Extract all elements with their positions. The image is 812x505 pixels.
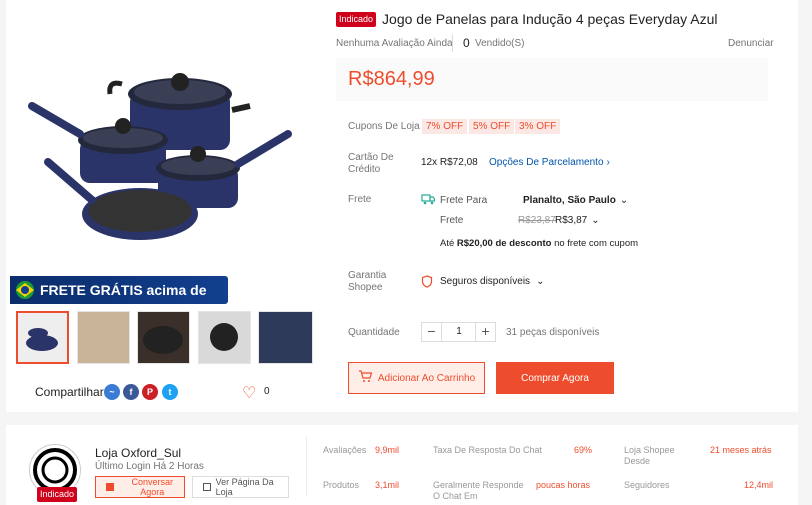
free-shipping-banner: FRETE GRÁTIS acima de R$19	[10, 276, 228, 326]
shipping-destination: Planalto, São Paulo	[523, 195, 616, 206]
shipping-price: R$3,87	[555, 215, 588, 226]
installments-value: 12x R$72,08	[421, 157, 478, 168]
shipping-price-select[interactable]: R$3,87 ⌄	[555, 215, 600, 226]
shipping-destination-select[interactable]: Planalto, São Paulo ⌄	[523, 195, 628, 206]
installments-link-label: Opções De Parcelamento	[489, 157, 604, 168]
shop-last-login: Último Login Há 2 Horas	[95, 461, 204, 472]
stat-label-followers: Seguidores	[624, 480, 670, 490]
cart-icon	[358, 370, 373, 386]
quantity-decrease-button[interactable]: −	[421, 322, 442, 342]
installments-link[interactable]: Opções De Parcelamento ›	[489, 157, 610, 168]
coupon-1[interactable]: 7% OFF	[422, 119, 468, 134]
warranty-label: Garantia Shopee	[348, 270, 387, 293]
quantity-input[interactable]: 1	[442, 322, 476, 342]
product-title-row: Indicado Jogo de Panelas para Indução 4 …	[336, 11, 717, 27]
favorites-count: 0	[264, 386, 270, 397]
divider	[306, 436, 307, 496]
pinterest-icon[interactable]: P	[142, 384, 158, 400]
shipping-to-label: Frete Para	[440, 195, 488, 206]
stat-label-since: Loja Shopee Desde	[624, 445, 675, 466]
discount-amount: R$20,00 de desconto	[456, 238, 552, 249]
stat-label-chat-rate: Taxa De Resposta Do Chat	[433, 445, 543, 455]
add-to-cart-label: Adicionar Ao Carrinho	[377, 372, 476, 384]
warranty-value: Seguros disponíveis	[440, 276, 531, 287]
thumbnail-2[interactable]	[77, 311, 130, 364]
coupon-3[interactable]: 3% OFF	[515, 119, 561, 134]
store-icon	[203, 483, 211, 491]
divider	[452, 34, 453, 52]
chat-now-button[interactable]: Conversar Agora	[95, 476, 185, 498]
stat-value-since: 21 meses atrás	[710, 445, 772, 455]
facebook-icon[interactable]: f	[123, 384, 139, 400]
rating-text[interactable]: Nenhuma Avaliação Ainda	[336, 38, 453, 49]
thumbnail-1[interactable]	[16, 311, 69, 364]
coupon-2[interactable]: 5% OFF	[469, 119, 515, 134]
stock-text: 31 peças disponíveis	[506, 327, 600, 338]
stat-value-response-time: poucas horas	[536, 480, 591, 490]
shield-icon	[421, 275, 433, 291]
view-shop-label: Ver Página Da Loja	[215, 477, 274, 497]
stat-value-followers: 12,4mil	[744, 480, 774, 490]
chevron-right-icon: ›	[606, 157, 610, 168]
heart-icon[interactable]: ♡	[242, 383, 256, 403]
discount-prefix: Até	[440, 238, 455, 249]
shop-name[interactable]: Loja Oxford_Sul	[95, 446, 181, 460]
stat-value-products: 3,1mil	[375, 480, 400, 490]
quantity-label: Quantidade	[348, 327, 400, 338]
sold-label: Vendido(S)	[475, 38, 525, 49]
thumbnail-5[interactable]	[258, 311, 313, 364]
product-title: Jogo de Panelas para Indução 4 peças Eve…	[382, 11, 718, 27]
sold-count: 0	[463, 36, 470, 50]
card-label: Cartão De Crédito	[348, 152, 394, 175]
shipping-old-price: R$23,87	[518, 215, 556, 226]
preferred-badge: Indicado	[336, 11, 377, 27]
report-link[interactable]: Denunciar	[728, 38, 774, 49]
coupons-label: Cupons De Loja	[348, 121, 420, 132]
chevron-down-icon: ⌄	[591, 215, 600, 226]
chevron-down-icon: ⌄	[536, 276, 545, 287]
chat-now-label: Conversar Agora	[131, 477, 173, 497]
share-label: Compartilhar:	[35, 385, 108, 399]
discount-suffix: no frete com cupom	[554, 238, 639, 249]
chat-icon	[106, 483, 115, 491]
warranty-select[interactable]: Seguros disponíveis ⌄	[440, 276, 544, 287]
stat-label-reviews: Avaliações	[323, 445, 367, 455]
truck-icon	[421, 194, 436, 208]
shipping-discount: Até R$20,00 de desconto no frete com cup…	[440, 238, 638, 249]
add-to-cart-button[interactable]: Adicionar Ao Carrinho	[348, 362, 485, 394]
messenger-icon[interactable]: ~	[104, 384, 120, 400]
shipping-cost-label: Frete	[440, 215, 464, 226]
quantity-increase-button[interactable]: +	[475, 322, 496, 342]
brazil-flag-icon	[14, 281, 36, 299]
stat-value-reviews: 9,9mil	[375, 445, 400, 455]
product-price: R$864,99	[348, 68, 435, 90]
stat-label-products: Produtos	[323, 480, 360, 490]
thumbnail-4[interactable]	[198, 311, 251, 364]
stat-value-chat-rate: 69%	[574, 445, 593, 455]
chevron-down-icon: ⌄	[619, 195, 629, 206]
view-shop-button[interactable]: Ver Página Da Loja	[192, 476, 289, 498]
twitter-icon[interactable]: t	[162, 384, 178, 400]
shipping-label: Frete	[348, 194, 372, 205]
product-main-image[interactable]	[10, 14, 306, 272]
thumbnail-3[interactable]	[137, 311, 190, 364]
buy-now-button[interactable]: Comprar Agora	[496, 362, 614, 394]
stat-label-response-time: Geralmente Responde O Chat Em	[433, 480, 524, 501]
